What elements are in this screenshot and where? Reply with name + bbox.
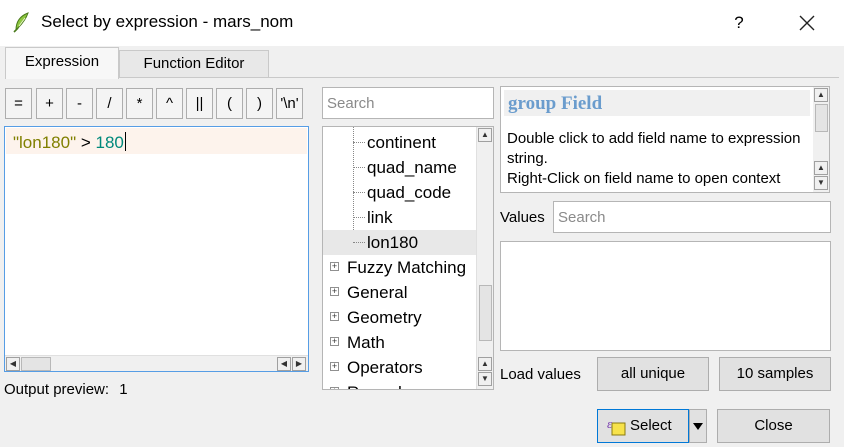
operator-minus-button[interactable]: - — [66, 88, 93, 119]
function-tree[interactable]: continent quad_name quad_code link lon18… — [322, 126, 494, 390]
expression-select-icon: ε — [606, 416, 626, 436]
operator-divide-button[interactable]: / — [96, 88, 123, 119]
scroll-left-icon[interactable]: ◀ — [6, 357, 20, 371]
qgis-icon — [10, 10, 34, 34]
tree-item-quad-code[interactable]: quad_code — [323, 180, 477, 205]
scroll-thumb[interactable] — [21, 357, 51, 371]
tree-group-general[interactable]: + General — [323, 280, 477, 305]
help-vertical-scrollbar[interactable]: ▲ ▲ ▼ — [813, 87, 829, 192]
operator-open-paren-button[interactable]: ( — [216, 88, 243, 119]
scroll-left-icon[interactable]: ◀ — [277, 357, 291, 371]
scroll-thumb[interactable] — [815, 104, 828, 132]
expand-plus-icon[interactable]: + — [330, 387, 339, 389]
function-search-input[interactable]: Search — [322, 87, 494, 119]
tree-connector — [353, 192, 365, 193]
tree-group-math[interactable]: + Math — [323, 330, 477, 355]
operator-plus-button[interactable]: + — [36, 88, 63, 119]
svg-text:ε: ε — [607, 416, 613, 431]
operator-multiply-button[interactable]: * — [126, 88, 153, 119]
expression-operator-token: > — [76, 133, 96, 152]
tree-connector — [353, 167, 365, 168]
tree-group-label: General — [347, 283, 408, 302]
tree-item-lon180[interactable]: lon180 — [323, 230, 477, 255]
close-icon[interactable] — [792, 8, 822, 38]
values-search-placeholder: Search — [558, 209, 606, 226]
editor-horizontal-scrollbar[interactable]: ◀ ◀ ▶ — [5, 355, 308, 371]
tree-item-label: lon180 — [367, 233, 419, 252]
tree-group-fuzzy-matching[interactable]: + Fuzzy Matching — [323, 255, 477, 280]
expand-plus-icon[interactable]: + — [330, 312, 339, 321]
help-title: group Field — [508, 93, 603, 114]
expression-editor[interactable]: "lon180" > 180 ◀ ◀ ▶ — [4, 126, 309, 372]
chevron-down-icon — [693, 423, 703, 430]
tree-connector — [353, 217, 365, 218]
operator-equals-button[interactable]: = — [5, 88, 32, 119]
expand-plus-icon[interactable]: + — [330, 362, 339, 371]
help-panel: group Field Double click to add field na… — [500, 86, 830, 193]
tree-group-label: Operators — [347, 358, 423, 377]
operator-close-paren-button[interactable]: ) — [246, 88, 273, 119]
expression-field-token: "lon180" — [13, 133, 77, 152]
help-button[interactable]: ? — [724, 10, 754, 36]
scroll-down-icon[interactable]: ▼ — [478, 372, 492, 386]
load-values-label: Load values — [500, 366, 581, 383]
operator-concat-button[interactable]: || — [186, 88, 213, 119]
ten-samples-button[interactable]: 10 samples — [719, 357, 831, 391]
scroll-up-icon[interactable]: ▲ — [814, 161, 828, 175]
tree-connector — [353, 142, 365, 143]
tree-vertical-scrollbar[interactable]: ▲ ▲ ▼ — [476, 127, 493, 389]
tree-group-label: Record — [347, 380, 402, 389]
scroll-thumb[interactable] — [479, 285, 492, 341]
scroll-down-icon[interactable]: ▼ — [814, 176, 828, 190]
tree-item-quad-name[interactable]: quad_name — [323, 155, 477, 180]
tree-group-label: Math — [347, 333, 385, 352]
expression-text[interactable]: "lon180" > 180 — [13, 132, 126, 153]
window-title: Select by expression - mars_nom — [41, 12, 294, 31]
function-search-placeholder: Search — [327, 95, 375, 112]
expand-plus-icon[interactable]: + — [330, 337, 339, 346]
tree-group-operators[interactable]: + Operators — [323, 355, 477, 380]
tree-item-label: link — [367, 208, 393, 227]
scroll-up-icon[interactable]: ▲ — [478, 357, 492, 371]
close-button[interactable]: Close — [717, 409, 830, 443]
scroll-up-icon[interactable]: ▲ — [814, 88, 828, 102]
output-preview-value: 1 — [119, 381, 128, 398]
output-preview-label: Output preview: — [4, 381, 110, 398]
scroll-right-icon[interactable]: ▶ — [292, 357, 306, 371]
tab-expression[interactable]: Expression — [5, 47, 119, 79]
tree-group-label: Geometry — [347, 308, 422, 327]
help-title-bar: group Field — [504, 90, 810, 116]
help-text: Double click to add field name to expres… — [507, 130, 801, 192]
output-preview: Output preview: 1 — [4, 381, 128, 398]
tab-function-editor[interactable]: Function Editor — [119, 50, 269, 78]
tree-group-label: Fuzzy Matching — [347, 258, 467, 277]
values-label: Values — [500, 209, 545, 226]
tree-group-record[interactable]: + Record — [323, 380, 477, 389]
expand-plus-icon[interactable]: + — [330, 262, 339, 271]
tree-connector — [353, 242, 365, 243]
all-unique-button[interactable]: all unique — [597, 357, 709, 391]
expression-number-token: 180 — [95, 133, 124, 152]
select-button[interactable]: ε Select — [597, 409, 689, 443]
tree-item-label: continent — [367, 133, 436, 152]
select-button-label: Select — [630, 417, 672, 434]
tree-item-label: quad_code — [367, 183, 452, 202]
operator-power-button[interactable]: ^ — [156, 88, 183, 119]
scroll-up-icon[interactable]: ▲ — [478, 128, 492, 142]
operator-newline-button[interactable]: '\n' — [276, 88, 303, 119]
values-list[interactable] — [500, 241, 831, 351]
expand-plus-icon[interactable]: + — [330, 287, 339, 296]
values-search-input[interactable]: Search — [553, 201, 831, 233]
select-dropdown-button[interactable] — [689, 409, 707, 443]
tree-item-continent[interactable]: continent — [323, 130, 477, 155]
tree-item-label: quad_name — [367, 158, 457, 177]
tree-group-geometry[interactable]: + Geometry — [323, 305, 477, 330]
tree-item-link[interactable]: link — [323, 205, 477, 230]
text-caret — [124, 132, 126, 151]
